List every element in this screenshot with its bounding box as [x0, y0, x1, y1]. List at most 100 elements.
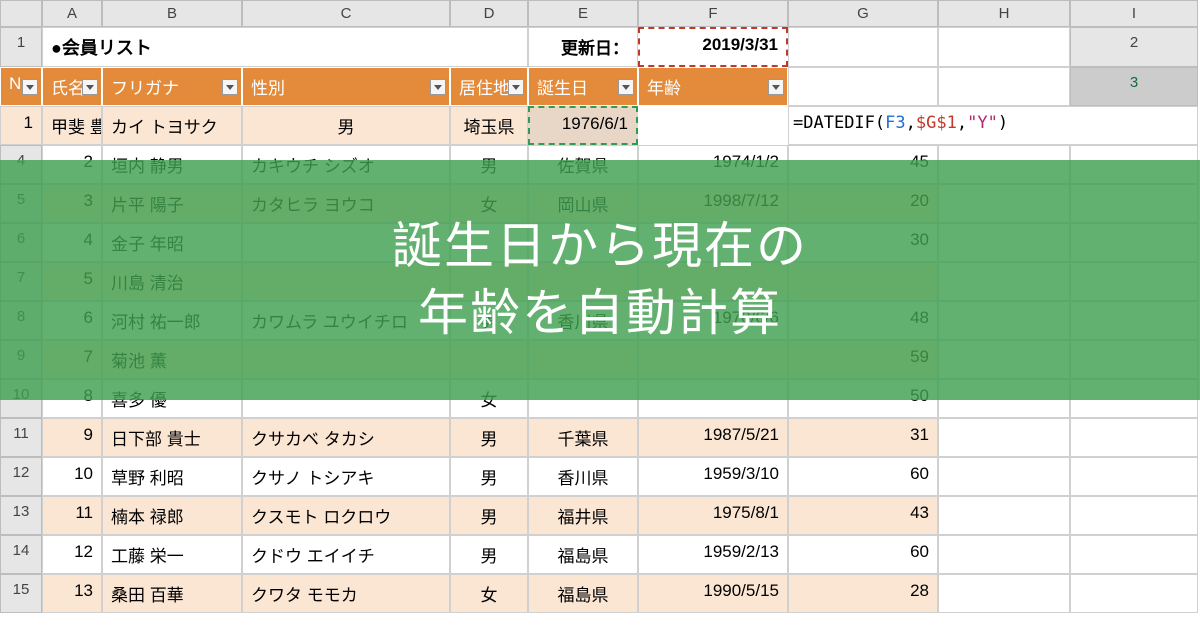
filter-icon[interactable] [618, 79, 634, 95]
cell-sex[interactable]: 男 [450, 145, 528, 184]
cell-sex[interactable]: 女 [450, 379, 528, 418]
cell-sex[interactable]: 男 [450, 535, 528, 574]
cell-pref[interactable]: 福島県 [528, 574, 638, 613]
cell-pref[interactable] [528, 379, 638, 418]
cell-kana[interactable]: クサノ トシアキ [242, 457, 450, 496]
col-header-G[interactable]: G [788, 0, 938, 27]
row-header[interactable]: 5 [0, 184, 42, 223]
cell-age[interactable]: 48 [788, 301, 938, 340]
cell-blank[interactable] [1070, 223, 1198, 262]
cell-pref[interactable]: 埼玉県 [450, 106, 528, 145]
cell-name[interactable]: 河村 祐一郎 [102, 301, 242, 340]
cell-blank[interactable] [938, 535, 1070, 574]
cell-I2[interactable] [938, 67, 1070, 106]
cell-sex[interactable]: 男 [450, 457, 528, 496]
cell-blank[interactable] [938, 223, 1070, 262]
cell-kana[interactable]: カキウチ シズオ [242, 145, 450, 184]
cell-kana[interactable]: クドウ エイイチ [242, 535, 450, 574]
th-pref[interactable]: 居住地 [450, 67, 528, 106]
cell-name[interactable]: 菊池 薫 [102, 340, 242, 379]
corner-cell[interactable] [0, 0, 42, 27]
cell-no[interactable]: 10 [42, 457, 102, 496]
col-header-C[interactable]: C [242, 0, 450, 27]
cell-birth[interactable]: 1970/6/6 [638, 301, 788, 340]
row-header[interactable]: 10 [0, 379, 42, 418]
cell-no[interactable]: 11 [42, 496, 102, 535]
filter-icon[interactable] [768, 79, 784, 95]
cell-blank[interactable] [938, 457, 1070, 496]
row-header[interactable]: 7 [0, 262, 42, 301]
cell-blank[interactable] [1070, 418, 1198, 457]
row-header[interactable]: 14 [0, 535, 42, 574]
cell-birth[interactable]: 1990/5/15 [638, 574, 788, 613]
cell-name[interactable]: 川島 清治 [102, 262, 242, 301]
cell-kana[interactable]: クサカベ タカシ [242, 418, 450, 457]
row-header-1[interactable]: 1 [0, 27, 42, 67]
cell-birth[interactable]: 1959/2/13 [638, 535, 788, 574]
cell-birth[interactable]: 1974/1/2 [638, 145, 788, 184]
row-header[interactable]: 12 [0, 457, 42, 496]
cell-age[interactable]: 20 [788, 184, 938, 223]
cell-sex[interactable]: 女 [450, 184, 528, 223]
row-header[interactable]: 9 [0, 340, 42, 379]
row-header-2[interactable]: 2 [1070, 27, 1198, 67]
row-header[interactable]: 13 [0, 496, 42, 535]
cell-pref[interactable]: 佐賀県 [528, 145, 638, 184]
cell-kana[interactable]: カイ トヨサク [102, 106, 242, 145]
cell-pref[interactable]: 福島県 [528, 535, 638, 574]
cell-no[interactable]: 3 [42, 184, 102, 223]
cell-birth[interactable] [638, 262, 788, 301]
update-date[interactable]: 2019/3/31 [638, 27, 788, 67]
cell-birth[interactable]: 1998/7/12 [638, 184, 788, 223]
col-header-I[interactable]: I [1070, 0, 1198, 27]
cell-kana[interactable]: カワムラ ユウイチロ [242, 301, 450, 340]
th-kana[interactable]: フリガナ [102, 67, 242, 106]
cell-age[interactable]: 28 [788, 574, 938, 613]
col-header-F[interactable]: F [638, 0, 788, 27]
cell-pref[interactable]: 香川県 [528, 457, 638, 496]
cell-name[interactable]: 垣内 静男 [102, 145, 242, 184]
cell-age[interactable]: 60 [788, 535, 938, 574]
cell-H1[interactable] [788, 27, 938, 67]
cell-blank[interactable] [938, 379, 1070, 418]
cell-sex[interactable]: 男 [450, 418, 528, 457]
cell-age[interactable]: 30 [788, 223, 938, 262]
cell-blank[interactable] [938, 145, 1070, 184]
cell-no[interactable]: 12 [42, 535, 102, 574]
cell-blank[interactable] [938, 262, 1070, 301]
cell-pref[interactable]: 福井県 [528, 496, 638, 535]
cell-blank[interactable] [1070, 145, 1198, 184]
filter-icon[interactable] [222, 79, 238, 95]
cell-pref[interactable] [528, 262, 638, 301]
cell-name[interactable]: 楠本 禄郎 [102, 496, 242, 535]
cell-age[interactable]: 59 [788, 340, 938, 379]
cell-name[interactable]: 甲斐 豊作 [42, 106, 102, 145]
cell-blank[interactable] [938, 301, 1070, 340]
th-birth[interactable]: 誕生日 [528, 67, 638, 106]
row-header-3[interactable]: 3 [1070, 67, 1198, 106]
cell-no[interactable]: 4 [42, 223, 102, 262]
cell-kana[interactable]: カタヒラ ヨウコ [242, 184, 450, 223]
cell-birth-active[interactable]: 1976/6/1 [528, 106, 638, 145]
cell-birth[interactable]: 1959/3/10 [638, 457, 788, 496]
cell-blank[interactable] [1070, 457, 1198, 496]
cell-kana[interactable] [242, 379, 450, 418]
cell-no[interactable]: 6 [42, 301, 102, 340]
cell-name[interactable]: 草野 利昭 [102, 457, 242, 496]
cell-sex[interactable]: 女 [450, 574, 528, 613]
cell-name[interactable]: 片平 陽子 [102, 184, 242, 223]
cell-I1[interactable] [938, 27, 1070, 67]
cell-birth[interactable] [638, 340, 788, 379]
row-header[interactable]: 11 [0, 418, 42, 457]
cell-blank[interactable] [938, 496, 1070, 535]
th-age[interactable]: 年齢 [638, 67, 788, 106]
cell-sex[interactable] [450, 262, 528, 301]
th-sex[interactable]: 性別 [242, 67, 450, 106]
row-header[interactable]: 6 [0, 223, 42, 262]
cell-H2[interactable] [788, 67, 938, 106]
cell-name[interactable]: 工藤 栄一 [102, 535, 242, 574]
cell-kana[interactable]: クスモト ロクロウ [242, 496, 450, 535]
cell-name[interactable]: 桑田 百華 [102, 574, 242, 613]
col-header-E[interactable]: E [528, 0, 638, 27]
cell-birth[interactable]: 1975/8/1 [638, 496, 788, 535]
